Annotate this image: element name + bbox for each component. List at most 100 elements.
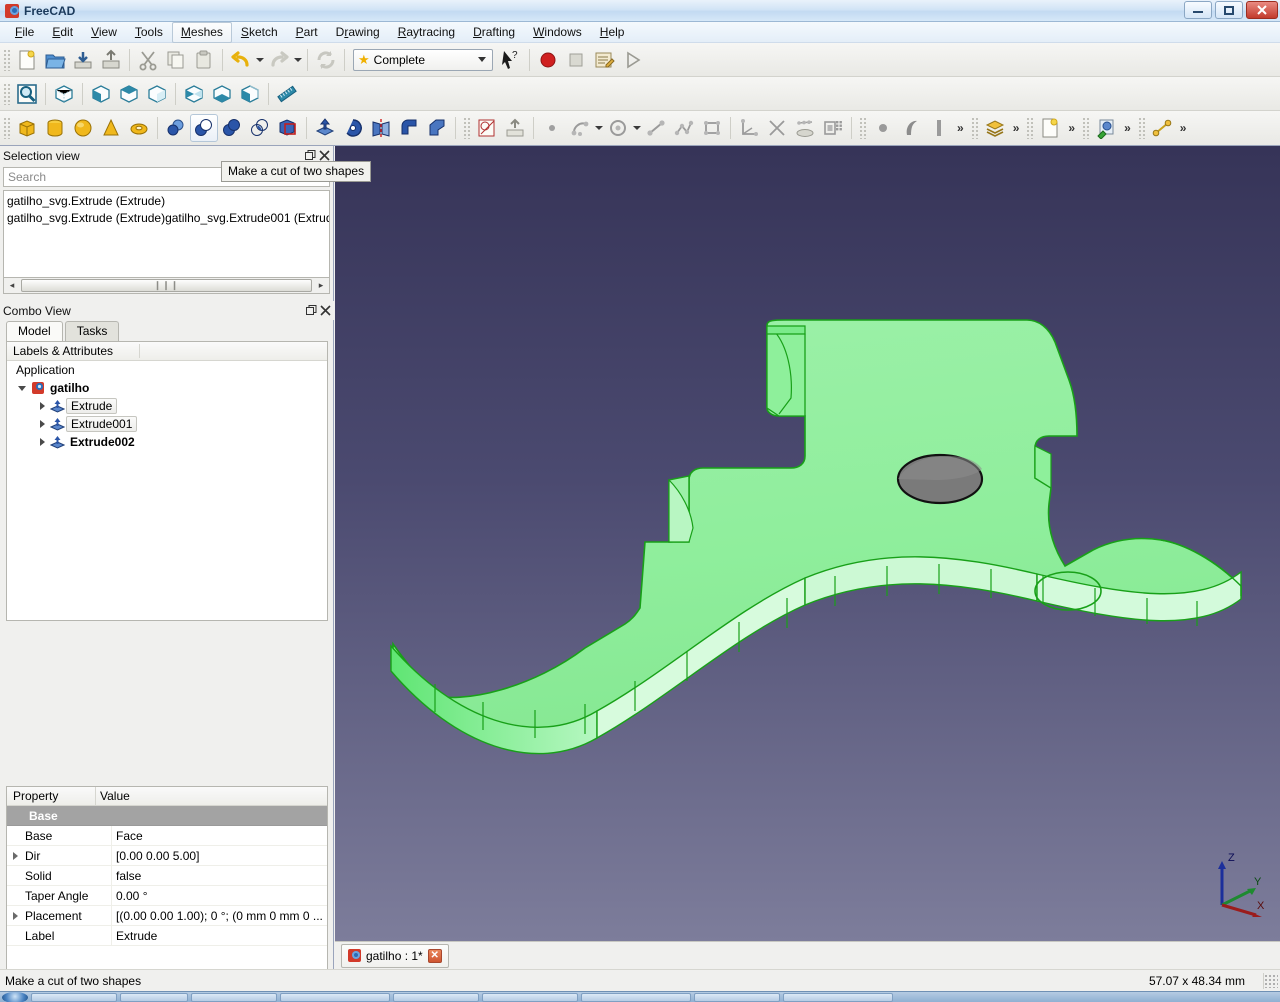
property-value[interactable]: Extrude	[111, 926, 327, 945]
scrollbar-thumb[interactable]: ❙❙❙	[21, 279, 312, 292]
tree-node-application[interactable]: Application	[7, 361, 327, 379]
toolbar-overflow-icon[interactable]: »	[953, 121, 968, 135]
tree-node-document[interactable]: gatilho	[7, 379, 327, 397]
revolve-icon[interactable]	[339, 114, 367, 142]
macro-edit-icon[interactable]	[590, 46, 618, 74]
macro-stop-icon[interactable]	[562, 46, 590, 74]
fillet-icon[interactable]	[395, 114, 423, 142]
property-row-placement[interactable]: Placement [(0.00 0.00 1.00); 0 °; (0 mm …	[7, 906, 327, 926]
cone-primitive-icon[interactable]	[97, 114, 125, 142]
model-tree[interactable]: Labels & Attributes Application gatilho	[6, 341, 328, 621]
property-value[interactable]: 0.00 °	[111, 886, 327, 905]
toolbar-grip[interactable]	[1138, 117, 1145, 139]
taskbar-item[interactable]	[482, 993, 578, 1002]
toolbar-grip[interactable]	[3, 49, 10, 71]
workbench-selector[interactable]: ★ Complete	[353, 49, 493, 71]
menu-part[interactable]: Part	[287, 22, 327, 43]
new-document-icon[interactable]	[13, 46, 41, 74]
selection-list-item[interactable]: gatilho_svg.Extrude (Extrude)	[7, 193, 326, 210]
taskbar-item[interactable]	[191, 993, 277, 1002]
circle-icon[interactable]	[604, 114, 632, 142]
point-icon[interactable]	[538, 114, 566, 142]
undo-dropdown-icon[interactable]	[255, 46, 265, 74]
property-value[interactable]: false	[111, 866, 327, 885]
copy-icon[interactable]	[162, 46, 190, 74]
front-view-icon[interactable]	[87, 80, 115, 108]
property-row-solid[interactable]: Solid false	[7, 866, 327, 886]
right-view-icon[interactable]	[143, 80, 171, 108]
menu-tools[interactable]: Tools	[126, 22, 172, 43]
menu-edit[interactable]: Edit	[43, 22, 82, 43]
close-panel-icon[interactable]	[318, 304, 332, 318]
new-sheet-icon[interactable]	[1036, 114, 1064, 142]
menu-windows[interactable]: Windows	[524, 22, 591, 43]
rectangle-icon[interactable]	[698, 114, 726, 142]
cylinder-primitive-icon[interactable]	[41, 114, 69, 142]
float-panel-icon[interactable]	[304, 304, 318, 318]
print-icon[interactable]	[97, 46, 125, 74]
arc-dropdown-icon[interactable]	[594, 114, 604, 142]
boolean-icon[interactable]	[162, 114, 190, 142]
taskbar-item[interactable]	[31, 993, 117, 1002]
save-icon[interactable]	[69, 46, 97, 74]
expand-toggle-icon[interactable]	[35, 438, 49, 446]
open-folder-icon[interactable]	[41, 46, 69, 74]
expand-toggle-icon[interactable]	[35, 402, 49, 410]
toolbar-grip[interactable]	[463, 117, 470, 139]
expand-toggle-icon[interactable]	[35, 420, 49, 428]
start-orb-icon[interactable]	[2, 992, 28, 1002]
line-icon[interactable]	[642, 114, 670, 142]
macro-execute-icon[interactable]	[618, 46, 646, 74]
close-icon[interactable]: ✕	[428, 949, 442, 963]
bottom-view-icon[interactable]	[208, 80, 236, 108]
sphere-primitive-icon[interactable]	[69, 114, 97, 142]
toolbar-overflow-icon[interactable]: »	[1064, 121, 1079, 135]
compound-icon[interactable]	[274, 114, 302, 142]
3d-model-render[interactable]	[335, 146, 1280, 941]
toolbar-grip[interactable]	[971, 117, 978, 139]
toolbar-grip[interactable]	[859, 117, 866, 139]
menu-drafting[interactable]: Drafting	[464, 22, 524, 43]
torus-primitive-icon[interactable]	[125, 114, 153, 142]
toolbar-grip[interactable]	[1082, 117, 1089, 139]
menu-help[interactable]: Help	[591, 22, 634, 43]
property-group-base[interactable]: Base	[7, 806, 327, 826]
paste-clipboard-icon[interactable]	[190, 46, 218, 74]
polyline-icon[interactable]	[670, 114, 698, 142]
intersection-icon[interactable]	[246, 114, 274, 142]
scroll-left-icon[interactable]: ◂	[4, 279, 20, 293]
extrude-icon[interactable]	[311, 114, 339, 142]
circle-dropdown-icon[interactable]	[632, 114, 642, 142]
expand-toggle-icon[interactable]	[7, 912, 23, 920]
menu-file[interactable]: File	[6, 22, 43, 43]
resize-grip-icon[interactable]	[1264, 974, 1278, 988]
property-value[interactable]: [0.00 0.00 5.00]	[111, 846, 327, 865]
taskbar-item[interactable]	[280, 993, 390, 1002]
whats-this-cursor-icon[interactable]: ?	[497, 46, 525, 74]
taskbar-item[interactable]	[393, 993, 479, 1002]
menu-view[interactable]: View	[82, 22, 126, 43]
expand-toggle-icon[interactable]	[7, 852, 23, 860]
property-row-label[interactable]: Label Extrude	[7, 926, 327, 946]
selection-hscrollbar[interactable]: ◂ ❙❙❙ ▸	[3, 278, 330, 294]
draft-wire-icon[interactable]	[925, 114, 953, 142]
axonometric-view-icon[interactable]	[50, 80, 78, 108]
raytracing-icon[interactable]	[1092, 114, 1120, 142]
drawing-page-icon[interactable]	[473, 114, 501, 142]
box-primitive-icon[interactable]	[13, 114, 41, 142]
property-row-dir[interactable]: Dir [0.00 0.00 5.00]	[7, 846, 327, 866]
chamfer-icon[interactable]	[423, 114, 451, 142]
rear-view-icon[interactable]	[180, 80, 208, 108]
left-view-icon[interactable]	[236, 80, 264, 108]
constraint-icon[interactable]	[735, 114, 763, 142]
3d-viewport[interactable]: Z Y X	[335, 146, 1280, 941]
tab-tasks[interactable]: Tasks	[65, 321, 120, 341]
taskbar-item[interactable]	[120, 993, 188, 1002]
minimize-button[interactable]	[1184, 1, 1212, 19]
taskbar-item[interactable]	[783, 993, 893, 1002]
chevron-down-icon[interactable]	[474, 52, 490, 68]
property-value[interactable]: [(0.00 0.00 1.00); 0 °; (0 mm 0 mm 0 ...	[111, 906, 327, 925]
sketch-surface-icon[interactable]	[791, 114, 819, 142]
property-value[interactable]: Face	[111, 826, 327, 845]
menu-meshes[interactable]: Meshes	[172, 22, 232, 43]
